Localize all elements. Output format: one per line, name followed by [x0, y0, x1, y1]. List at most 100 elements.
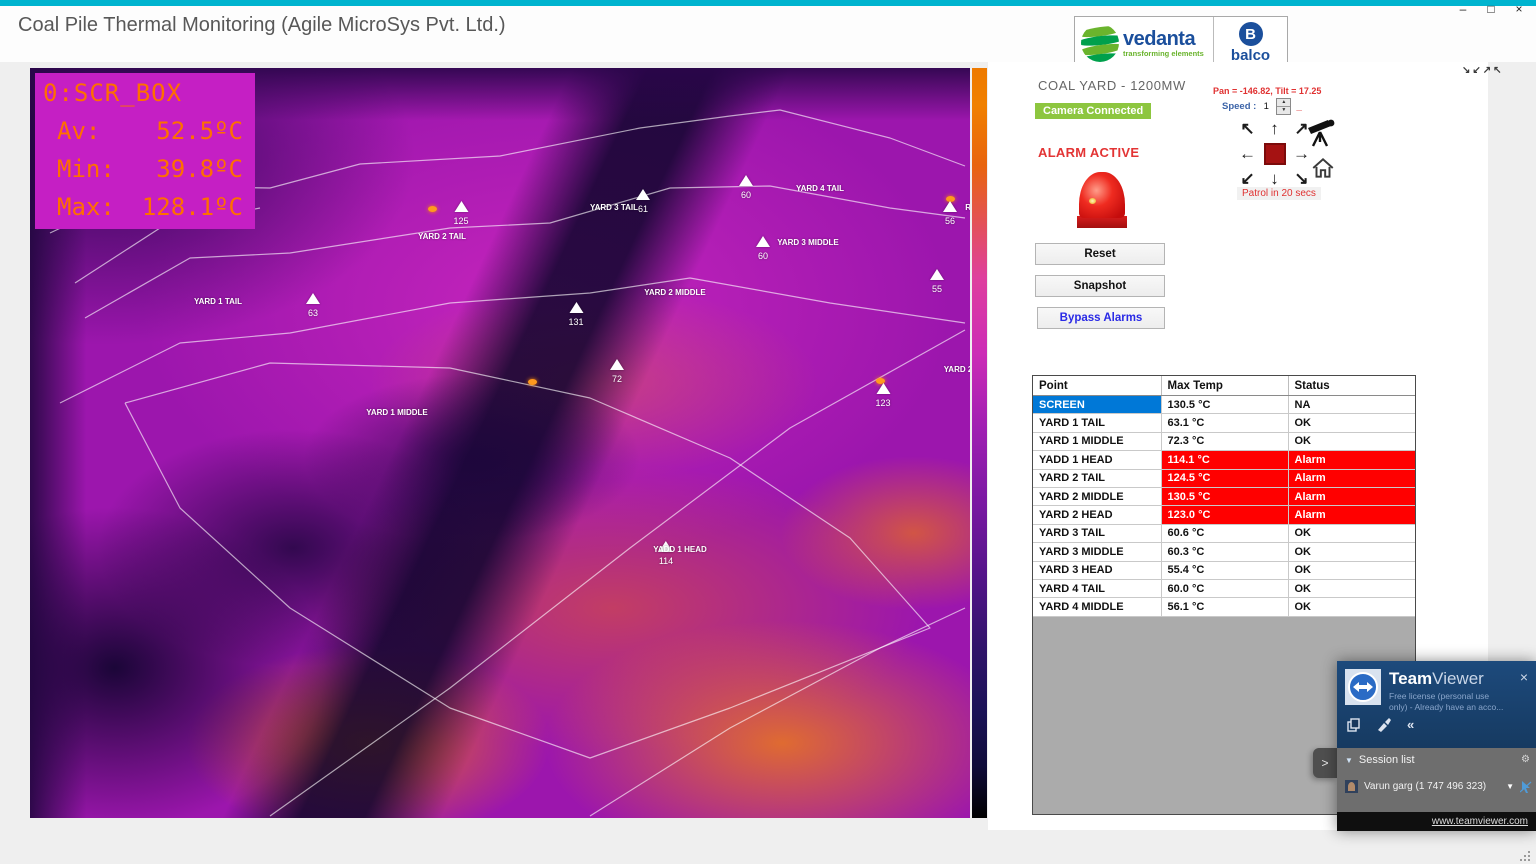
avatar: [1345, 780, 1358, 793]
table-row[interactable]: YARD 1 TAIL63.1 °COK: [1033, 414, 1415, 432]
resize-grip[interactable]: [1518, 849, 1530, 861]
teamviewer-window: TeamViewer × Free license (personal use …: [1337, 661, 1536, 831]
triangle-icon: [876, 383, 890, 394]
ptz-left-button[interactable]: ←: [1234, 141, 1261, 166]
brush-icon[interactable]: [1377, 718, 1391, 732]
cell-point[interactable]: YARD 1 MIDDLE: [1033, 432, 1161, 450]
cell-max-temp[interactable]: 63.1 °C: [1161, 414, 1288, 432]
cell-max-temp[interactable]: 124.5 °C: [1161, 469, 1288, 487]
teamviewer-close-icon[interactable]: ×: [1520, 669, 1528, 685]
pan-tilt-readout: Pan = -146.82, Tilt = 17.25: [1213, 86, 1321, 96]
cell-point[interactable]: SCREEN: [1033, 396, 1161, 414]
cell-status[interactable]: Alarm: [1288, 451, 1415, 469]
cell-max-temp[interactable]: 56.1 °C: [1161, 598, 1288, 616]
minimize-button[interactable]: –: [1456, 2, 1470, 16]
zone-label: YARD 2 MIDDLE: [644, 288, 706, 297]
hotspot-temp-value: 123: [875, 398, 890, 408]
hotspot-marker: 55: [930, 269, 944, 294]
hotspot-marker: 61: [636, 189, 650, 214]
cell-status[interactable]: Alarm: [1288, 506, 1415, 524]
cell-status[interactable]: Alarm: [1288, 487, 1415, 505]
cell-max-temp[interactable]: 60.0 °C: [1161, 579, 1288, 597]
cell-max-temp[interactable]: 130.5 °C: [1161, 396, 1288, 414]
cell-max-temp[interactable]: 114.1 °C: [1161, 451, 1288, 469]
cell-max-temp[interactable]: 60.3 °C: [1161, 543, 1288, 561]
table-row[interactable]: YARD 1 MIDDLE72.3 °COK: [1033, 432, 1415, 450]
table-row[interactable]: YARD 2 TAIL124.5 °CAlarm: [1033, 469, 1415, 487]
cell-point[interactable]: YARD 4 MIDDLE: [1033, 598, 1161, 616]
cell-point[interactable]: YARD 3 MIDDLE: [1033, 543, 1161, 561]
cell-max-temp[interactable]: 123.0 °C: [1161, 506, 1288, 524]
cell-status[interactable]: OK: [1288, 579, 1415, 597]
table-row[interactable]: YARD 2 MIDDLE130.5 °CAlarm: [1033, 487, 1415, 505]
cell-max-temp[interactable]: 130.5 °C: [1161, 487, 1288, 505]
cell-status[interactable]: NA: [1288, 396, 1415, 414]
cell-status[interactable]: OK: [1288, 561, 1415, 579]
cell-point[interactable]: YARD 2 TAIL: [1033, 469, 1161, 487]
collapse-panel-icon[interactable]: ↘↙↗↖: [1462, 66, 1486, 76]
zone-label: YADD 1 HEAD: [653, 545, 707, 554]
zone-label: YARD 1 TAIL: [194, 297, 242, 306]
ir-measure-box: 0:SCR_BOX Av:52.5ºC Min:39.8ºC Max:128.1…: [35, 73, 255, 229]
hotspot-temp-value: 72: [610, 374, 624, 384]
cell-point[interactable]: YARD 3 HEAD: [1033, 561, 1161, 579]
yard-title: COAL YARD - 1200MW: [1038, 78, 1186, 93]
cell-point[interactable]: YARD 2 HEAD: [1033, 506, 1161, 524]
ptz-up-left-button[interactable]: ↖: [1234, 116, 1261, 141]
table-row[interactable]: YARD 3 MIDDLE60.3 °COK: [1033, 543, 1415, 561]
table-header-row: Point Max Temp Status: [1033, 376, 1415, 396]
no-remote-cursor-icon[interactable]: [1520, 781, 1532, 793]
teamviewer-session-panel: ▼ Session list ⚙ Varun garg (1 747 496 3…: [1337, 748, 1536, 812]
session-caret-icon[interactable]: ▼: [1345, 756, 1353, 765]
teamviewer-side-tab[interactable]: >: [1313, 748, 1337, 778]
cell-status[interactable]: OK: [1288, 414, 1415, 432]
table-row[interactable]: YARD 4 MIDDLE56.1 °COK: [1033, 598, 1415, 616]
collapse-chevrons-icon[interactable]: «: [1407, 717, 1414, 732]
ptz-up-button[interactable]: ↑: [1261, 116, 1288, 141]
camera-tripod-icon[interactable]: [1305, 118, 1337, 148]
triangle-icon: [306, 293, 320, 304]
cell-max-temp[interactable]: 55.4 °C: [1161, 561, 1288, 579]
table-row[interactable]: SCREEN130.5 °CNA: [1033, 396, 1415, 414]
ptz-stop-button[interactable]: [1264, 143, 1286, 165]
teamviewer-header: TeamViewer × Free license (personal use …: [1337, 661, 1536, 748]
max-value: 128.1ºC: [142, 193, 243, 221]
cell-max-temp[interactable]: 72.3 °C: [1161, 432, 1288, 450]
speed-stepper[interactable]: ▲▼: [1276, 98, 1291, 115]
cell-point[interactable]: YARD 2 MIDDLE: [1033, 487, 1161, 505]
maximize-button[interactable]: □: [1484, 2, 1498, 16]
table-row[interactable]: YARD 4 TAIL60.0 °COK: [1033, 579, 1415, 597]
cell-point[interactable]: YADD 1 HEAD: [1033, 451, 1161, 469]
zone-label: YARD 4 TAIL: [796, 184, 844, 193]
cell-status[interactable]: OK: [1288, 432, 1415, 450]
zone-label: YARD 3 MIDDLE: [777, 238, 839, 247]
copy-icon[interactable]: [1347, 718, 1361, 732]
cell-status[interactable]: OK: [1288, 524, 1415, 542]
cell-point[interactable]: YARD 4 TAIL: [1033, 579, 1161, 597]
cell-status[interactable]: OK: [1288, 598, 1415, 616]
table-row[interactable]: YADD 1 HEAD114.1 °CAlarm: [1033, 451, 1415, 469]
triangle-icon: [636, 189, 650, 200]
cell-max-temp[interactable]: 60.6 °C: [1161, 524, 1288, 542]
table-row[interactable]: YARD 3 TAIL60.6 °COK: [1033, 524, 1415, 542]
table-row[interactable]: YARD 3 HEAD55.4 °COK: [1033, 561, 1415, 579]
bypass-alarms-button[interactable]: Bypass Alarms: [1037, 307, 1165, 329]
home-position-icon[interactable]: [1310, 155, 1336, 181]
teamviewer-website-link[interactable]: www.teamviewer.com: [1432, 816, 1528, 827]
cell-status[interactable]: OK: [1288, 543, 1415, 561]
close-button[interactable]: ×: [1512, 2, 1526, 16]
snapshot-button[interactable]: Snapshot: [1035, 275, 1165, 297]
hotspot-temp-value: 56: [943, 216, 957, 226]
reset-button[interactable]: Reset: [1035, 243, 1165, 265]
speed-label: Speed :: [1222, 101, 1256, 112]
cell-point[interactable]: YARD 1 TAIL: [1033, 414, 1161, 432]
hotspot-marker: 125: [453, 201, 468, 226]
table-row[interactable]: YARD 2 HEAD123.0 °CAlarm: [1033, 506, 1415, 524]
col-max-temp: Max Temp: [1161, 376, 1288, 396]
cell-point[interactable]: YARD 3 TAIL: [1033, 524, 1161, 542]
gear-icon[interactable]: ⚙: [1521, 754, 1530, 765]
cell-status[interactable]: Alarm: [1288, 469, 1415, 487]
session-user-row[interactable]: Varun garg (1 747 496 323) ▼: [1345, 780, 1532, 793]
user-dropdown-icon[interactable]: ▼: [1506, 782, 1514, 791]
page-title: Coal Pile Thermal Monitoring (Agile Micr…: [18, 14, 506, 37]
